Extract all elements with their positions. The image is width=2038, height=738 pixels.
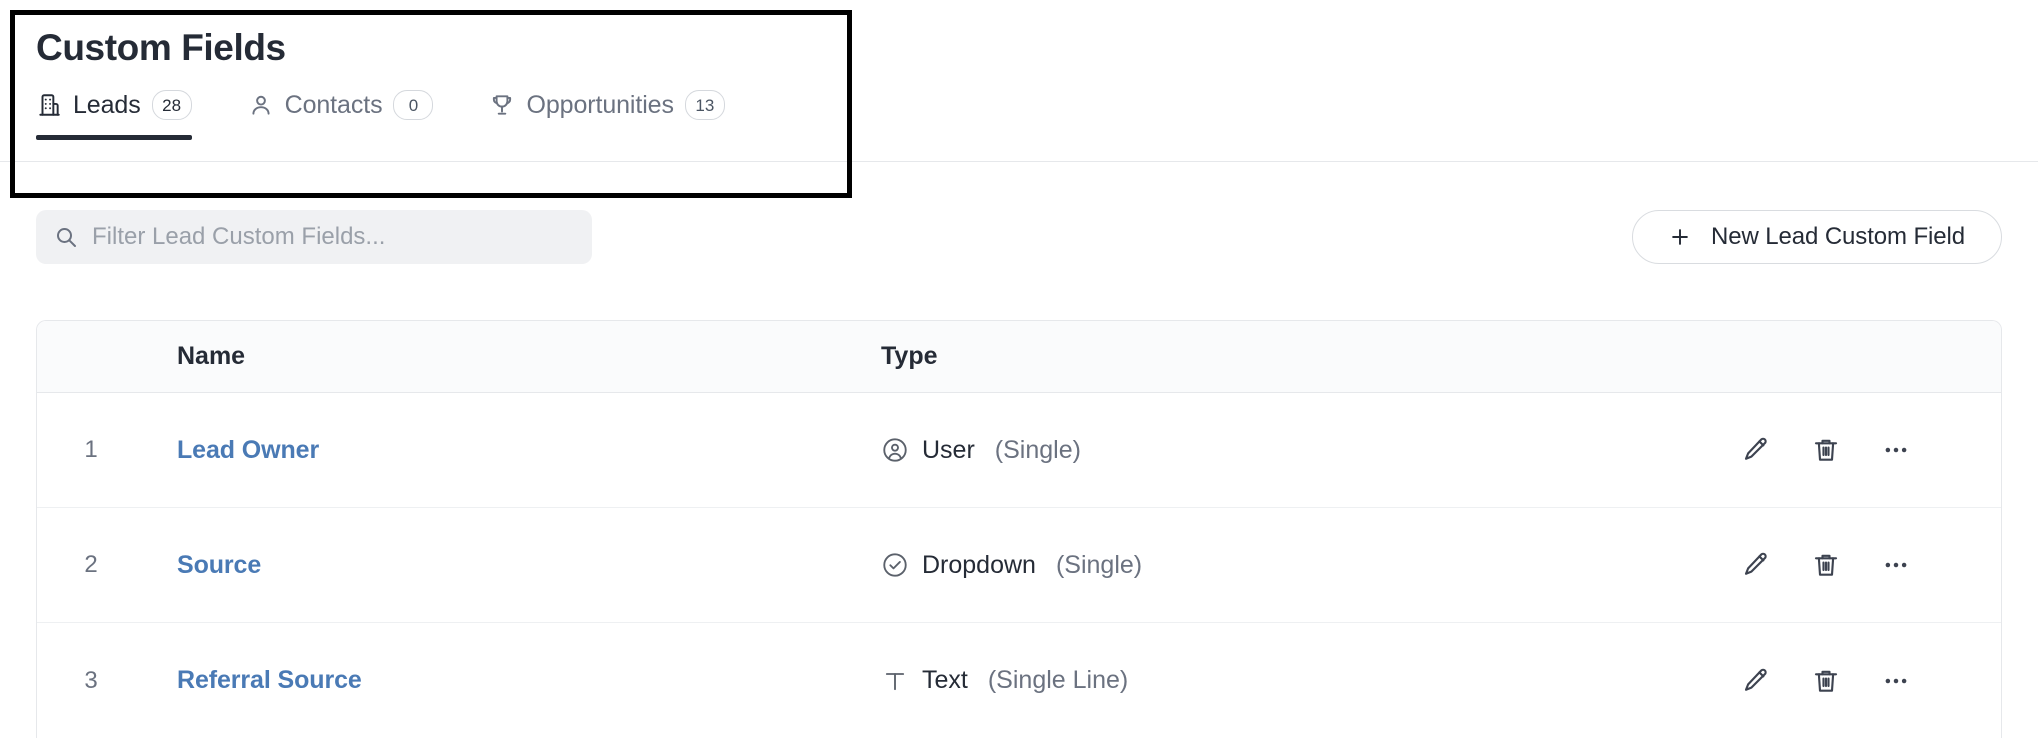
table-row: 3 Referral Source Text (Single Line) bbox=[37, 623, 2001, 738]
tab-contacts-count: 0 bbox=[393, 90, 433, 120]
row-index: 3 bbox=[37, 667, 145, 695]
new-lead-custom-field-button[interactable]: New Lead Custom Field bbox=[1632, 210, 2002, 264]
row-actions bbox=[1711, 664, 2001, 698]
building-icon bbox=[36, 92, 62, 118]
table-row: 2 Source Dropdown (Single) bbox=[37, 508, 2001, 623]
custom-field-link[interactable]: Lead Owner bbox=[177, 436, 319, 464]
tab-leads-label: Leads bbox=[73, 90, 141, 120]
tab-contacts-label: Contacts bbox=[285, 90, 383, 120]
trash-icon[interactable] bbox=[1809, 664, 1843, 698]
row-type-sub: (Single Line) bbox=[988, 666, 1128, 695]
plus-icon bbox=[1669, 226, 1691, 248]
row-type-main: Text bbox=[922, 666, 968, 695]
row-name-cell: Lead Owner bbox=[145, 436, 881, 465]
tab-leads[interactable]: Leads 28 bbox=[36, 90, 214, 140]
row-index: 2 bbox=[37, 551, 145, 579]
row-type-main: Dropdown bbox=[922, 551, 1036, 580]
row-actions bbox=[1711, 433, 2001, 467]
text-t-icon bbox=[881, 667, 909, 695]
ellipsis-icon[interactable] bbox=[1879, 548, 1913, 582]
tab-opportunities[interactable]: Opportunities 13 bbox=[489, 90, 746, 140]
tab-opportunities-label: Opportunities bbox=[526, 90, 673, 120]
row-name-cell: Source bbox=[145, 551, 881, 580]
ellipsis-icon[interactable] bbox=[1879, 664, 1913, 698]
row-type-cell: Text (Single Line) bbox=[881, 666, 1711, 695]
row-actions bbox=[1711, 548, 2001, 582]
check-circle-icon bbox=[881, 551, 909, 579]
person-icon bbox=[248, 92, 274, 118]
toolbar: New Lead Custom Field bbox=[0, 210, 2038, 264]
row-type-sub: (Single) bbox=[995, 436, 1081, 465]
trash-icon[interactable] bbox=[1809, 433, 1843, 467]
column-header-type: Type bbox=[881, 342, 1711, 371]
tab-bar: Leads 28 Contacts 0 bbox=[0, 70, 2038, 140]
row-type-sub: (Single) bbox=[1056, 551, 1142, 580]
column-header-name-label: Name bbox=[177, 342, 245, 370]
table-header-row: Name Type bbox=[37, 321, 2001, 393]
row-index: 1 bbox=[37, 436, 145, 464]
column-header-name: Name bbox=[145, 342, 881, 371]
row-type-cell: Dropdown (Single) bbox=[881, 551, 1711, 580]
row-type-main: User bbox=[922, 436, 975, 465]
header-divider bbox=[0, 161, 2038, 162]
column-header-type-label: Type bbox=[881, 342, 938, 371]
tab-contacts[interactable]: Contacts 0 bbox=[248, 90, 456, 140]
custom-fields-table: Name Type 1 Lead Owner User (Single) bbox=[36, 320, 2002, 738]
custom-field-link[interactable]: Source bbox=[177, 551, 261, 579]
ellipsis-icon[interactable] bbox=[1879, 433, 1913, 467]
pencil-icon[interactable] bbox=[1739, 433, 1773, 467]
search-input[interactable] bbox=[92, 223, 574, 251]
trash-icon[interactable] bbox=[1809, 548, 1843, 582]
tab-opportunities-count: 13 bbox=[685, 90, 725, 120]
row-name-cell: Referral Source bbox=[145, 666, 881, 695]
table-row: 1 Lead Owner User (Single) bbox=[37, 393, 2001, 508]
search-box[interactable] bbox=[36, 210, 592, 264]
search-icon bbox=[54, 225, 78, 249]
user-circle-icon bbox=[881, 436, 909, 464]
trophy-icon bbox=[489, 92, 515, 118]
pencil-icon[interactable] bbox=[1739, 548, 1773, 582]
custom-field-link[interactable]: Referral Source bbox=[177, 666, 362, 694]
pencil-icon[interactable] bbox=[1739, 664, 1773, 698]
new-lead-custom-field-label: New Lead Custom Field bbox=[1711, 223, 1965, 251]
page-title: Custom Fields bbox=[0, 0, 2038, 70]
page-header: Custom Fields Leads 28 bbox=[0, 0, 2038, 140]
tab-leads-count: 28 bbox=[152, 90, 192, 120]
row-type-cell: User (Single) bbox=[881, 436, 1711, 465]
